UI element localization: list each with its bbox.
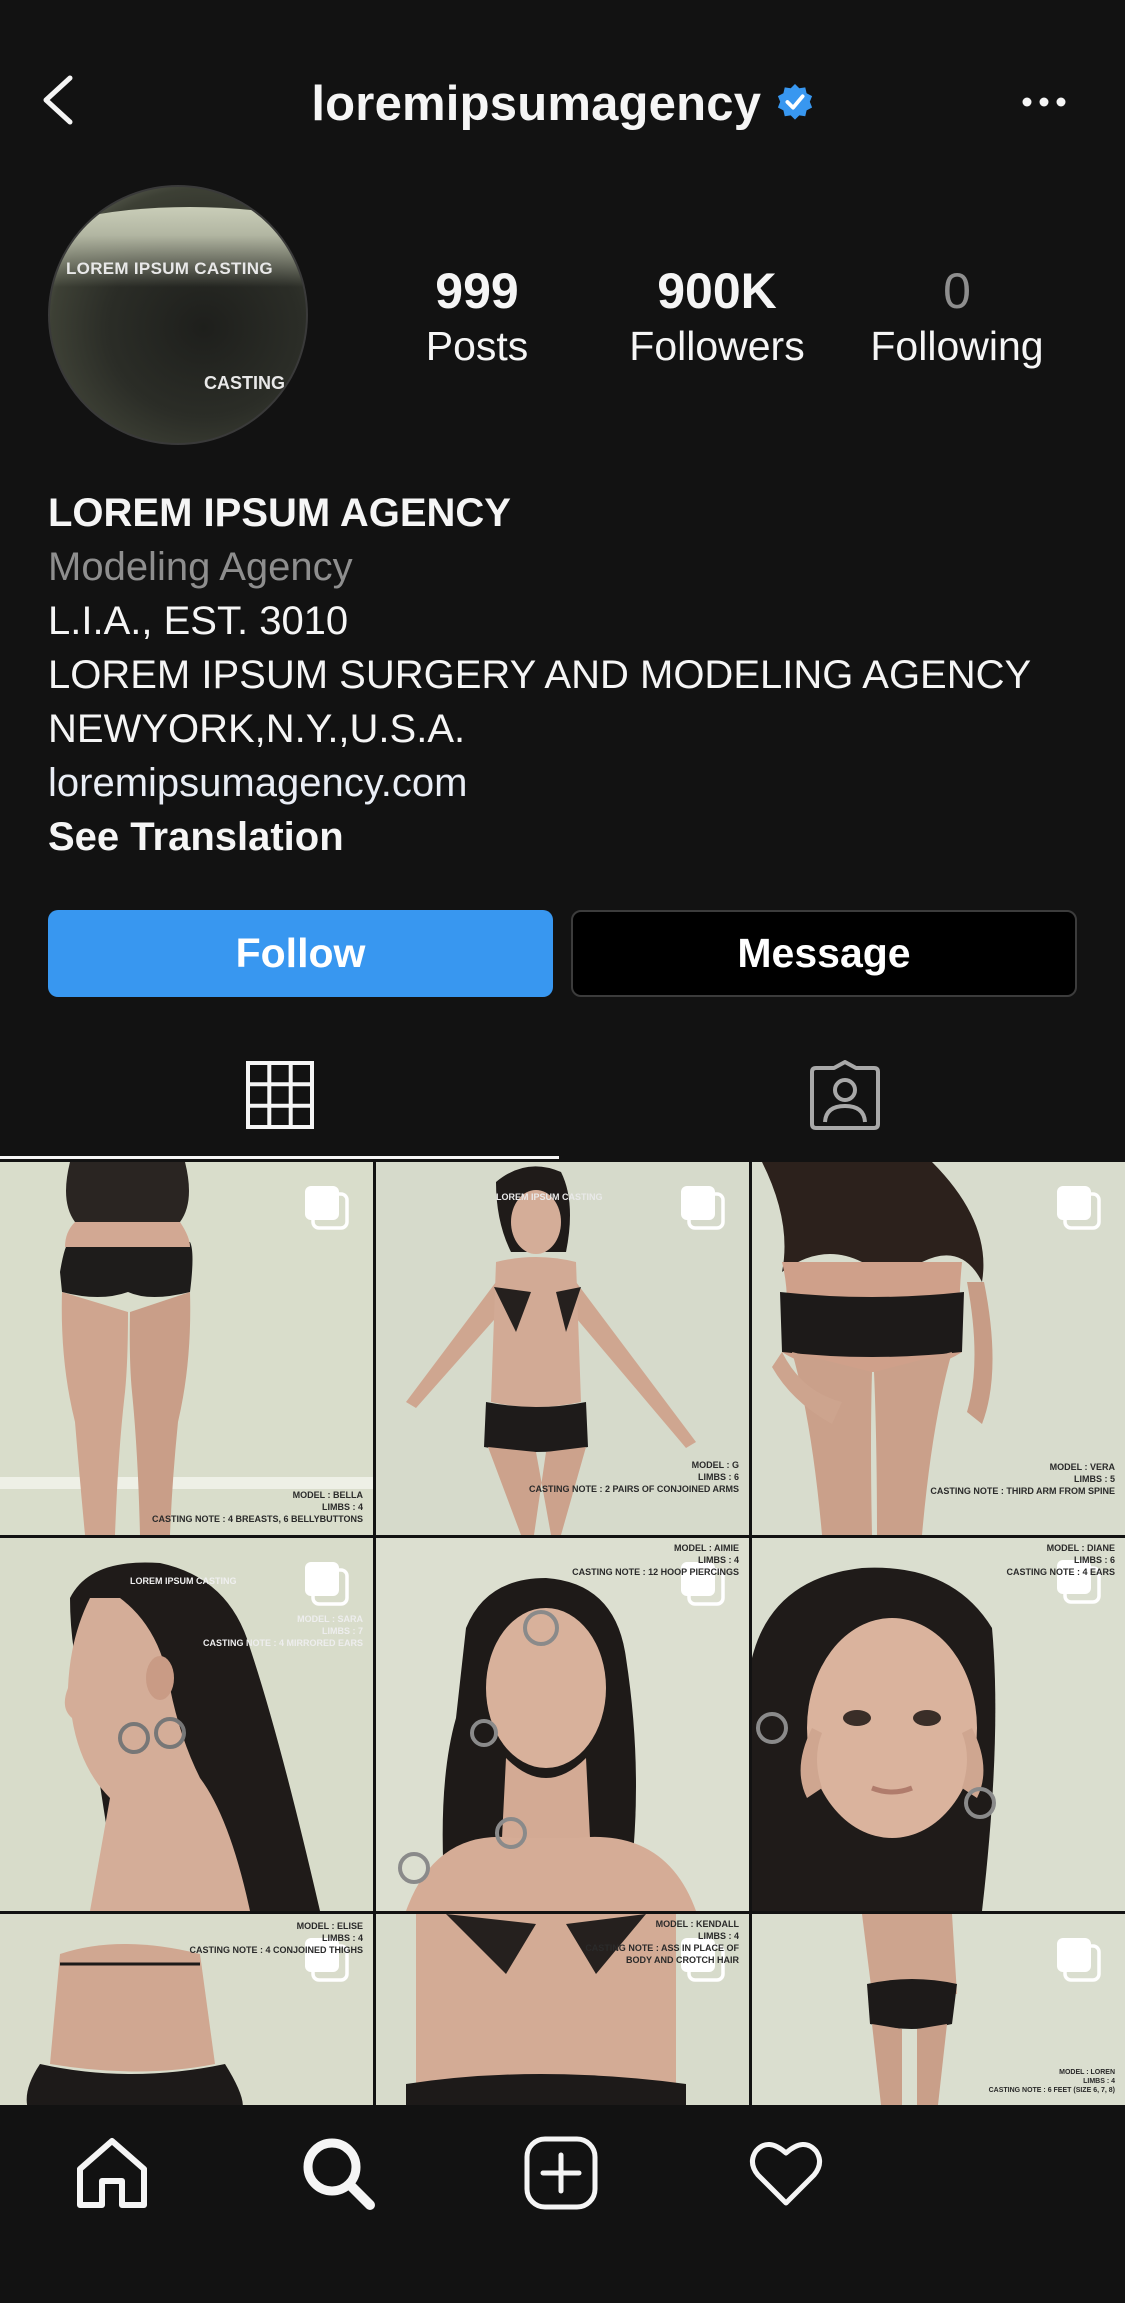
post-tile[interactable]: MODEL : LOREN LIMBS : 4 CASTING NOTE : 6 F… bbox=[752, 1914, 1125, 2105]
verified-badge-icon bbox=[777, 83, 812, 120]
post-tile[interactable]: MODEL : BELLA LIMBS : 4 CASTING NOTE : 4 B… bbox=[0, 1162, 373, 1535]
post-tile[interactable]: LOREM IPSUM CASTING MODEL : SARA LIMBS : … bbox=[0, 1538, 373, 1911]
username: loremipsumagency bbox=[311, 77, 762, 131]
search-icon[interactable] bbox=[298, 2133, 378, 2213]
grid-icon bbox=[246, 1061, 314, 1129]
post-caption: MODEL : KENDALL LIMBS : 4 CASTING NOTE : A… bbox=[585, 1919, 739, 1965]
home-icon[interactable] bbox=[72, 2133, 152, 2213]
post-caption: MODEL : BELLA LIMBS : 4 CASTING NOTE : 4 B… bbox=[151, 1490, 363, 1524]
followers-count: 900K bbox=[657, 263, 777, 319]
bio-website-link[interactable]: loremipsumagency.com bbox=[48, 756, 1088, 810]
following-stat[interactable]: 0 Following bbox=[847, 262, 1067, 372]
carousel-icon bbox=[1057, 1938, 1101, 1982]
bottom-navigation bbox=[0, 2105, 1125, 2303]
carousel-icon bbox=[1057, 1186, 1101, 1230]
post-caption: MODEL : VERA LIMBS : 5 CASTING NOTE : THIR… bbox=[930, 1462, 1115, 1496]
bio-line-1: L.I.A., EST. 3010 bbox=[48, 599, 349, 643]
followers-label: Followers bbox=[629, 323, 805, 369]
carousel-icon bbox=[305, 1186, 349, 1230]
post-caption: MODEL : AIMIE LIMBS : 4 CASTING NOTE : 12 … bbox=[572, 1543, 739, 1577]
post-tile[interactable]: MODEL : VERA LIMBS : 5 CASTING NOTE : THIR… bbox=[752, 1162, 1125, 1535]
profile-category: Modeling Agency bbox=[48, 545, 353, 589]
top-bar: loremipsumagency bbox=[0, 0, 1125, 175]
avatar-caption-top: LOREM IPSUM CASTING bbox=[66, 259, 273, 278]
bio-line-2: LOREM IPSUM SURGERY AND MODELING AGENCY bbox=[48, 653, 1032, 697]
post-tile[interactable]: MODEL : DIANE LIMBS : 6 CASTING NOTE : 4 E… bbox=[752, 1538, 1125, 1911]
heart-icon[interactable] bbox=[746, 2133, 826, 2213]
following-label: Following bbox=[870, 323, 1044, 369]
post-caption: MODEL : LOREN LIMBS : 4 CASTING NOTE : 6 F… bbox=[988, 2069, 1115, 2094]
carousel-icon bbox=[305, 1562, 349, 1606]
more-horizontal-icon[interactable] bbox=[1021, 92, 1067, 112]
tab-tagged[interactable] bbox=[565, 1030, 1125, 1160]
post-caption: MODEL : ELISE LIMBS : 4 CASTING NOTE : 4 C… bbox=[189, 1921, 363, 1955]
post-top-caption: LOREM IPSUM CASTING bbox=[130, 1576, 237, 1586]
posts-stat[interactable]: 999 Posts bbox=[367, 262, 587, 372]
username-header: loremipsumagency bbox=[0, 76, 1125, 132]
post-tile[interactable]: MODEL : ELISE LIMBS : 4 CASTING NOTE : 4 C… bbox=[0, 1914, 373, 2105]
post-caption: MODEL : DIANE LIMBS : 6 CASTING NOTE : 4 E… bbox=[1006, 1543, 1115, 1577]
message-button[interactable]: Message bbox=[571, 910, 1077, 997]
add-post-icon[interactable] bbox=[521, 2133, 601, 2213]
profile-bio: LOREM IPSUM AGENCY Modeling Agency L.I.A… bbox=[48, 486, 1088, 864]
bio-line-3: NEWYORK,N.Y.,U.S.A. bbox=[48, 707, 466, 751]
follow-button[interactable]: Follow bbox=[48, 910, 553, 997]
posts-count: 999 bbox=[435, 263, 519, 319]
post-caption: MODEL : G LIMBS : 6 CASTING NOTE : 2 PAIRS… bbox=[528, 1460, 739, 1494]
tab-posts-grid[interactable] bbox=[0, 1030, 560, 1160]
avatar-caption-bottom: CASTING bbox=[204, 373, 285, 393]
see-translation-link[interactable]: See Translation bbox=[48, 810, 1088, 864]
post-tile[interactable]: LOREM IPSUM CASTING MODEL : G LIMBS : 6 CA… bbox=[376, 1162, 749, 1535]
followers-stat[interactable]: 900K Followers bbox=[607, 262, 827, 372]
tagged-person-icon bbox=[810, 1060, 880, 1130]
posts-grid: MODEL : BELLA LIMBS : 4 CASTING NOTE : 4 B… bbox=[0, 1162, 1125, 2105]
post-tile[interactable]: MODEL : KENDALL LIMBS : 4 CASTING NOTE : A… bbox=[376, 1914, 749, 2105]
post-top-caption: LOREM IPSUM CASTING bbox=[496, 1192, 603, 1202]
post-caption: MODEL : SARA LIMBS : 7 CASTING NOTE : 4 MI… bbox=[202, 1614, 363, 1648]
profile-stats: 999 Posts 900K Followers 0 Following bbox=[395, 262, 1085, 372]
posts-label: Posts bbox=[425, 323, 529, 369]
profile-display-name: LOREM IPSUM AGENCY bbox=[48, 491, 511, 535]
profile-tabs bbox=[0, 1030, 1125, 1160]
active-tab-indicator bbox=[0, 1156, 559, 1159]
carousel-icon bbox=[681, 1186, 725, 1230]
following-count: 0 bbox=[943, 263, 971, 319]
profile-avatar[interactable]: LOREM IPSUM CASTING CASTING bbox=[48, 185, 308, 445]
post-tile[interactable]: MODEL : AIMIE LIMBS : 4 CASTING NOTE : 12 … bbox=[376, 1538, 749, 1911]
